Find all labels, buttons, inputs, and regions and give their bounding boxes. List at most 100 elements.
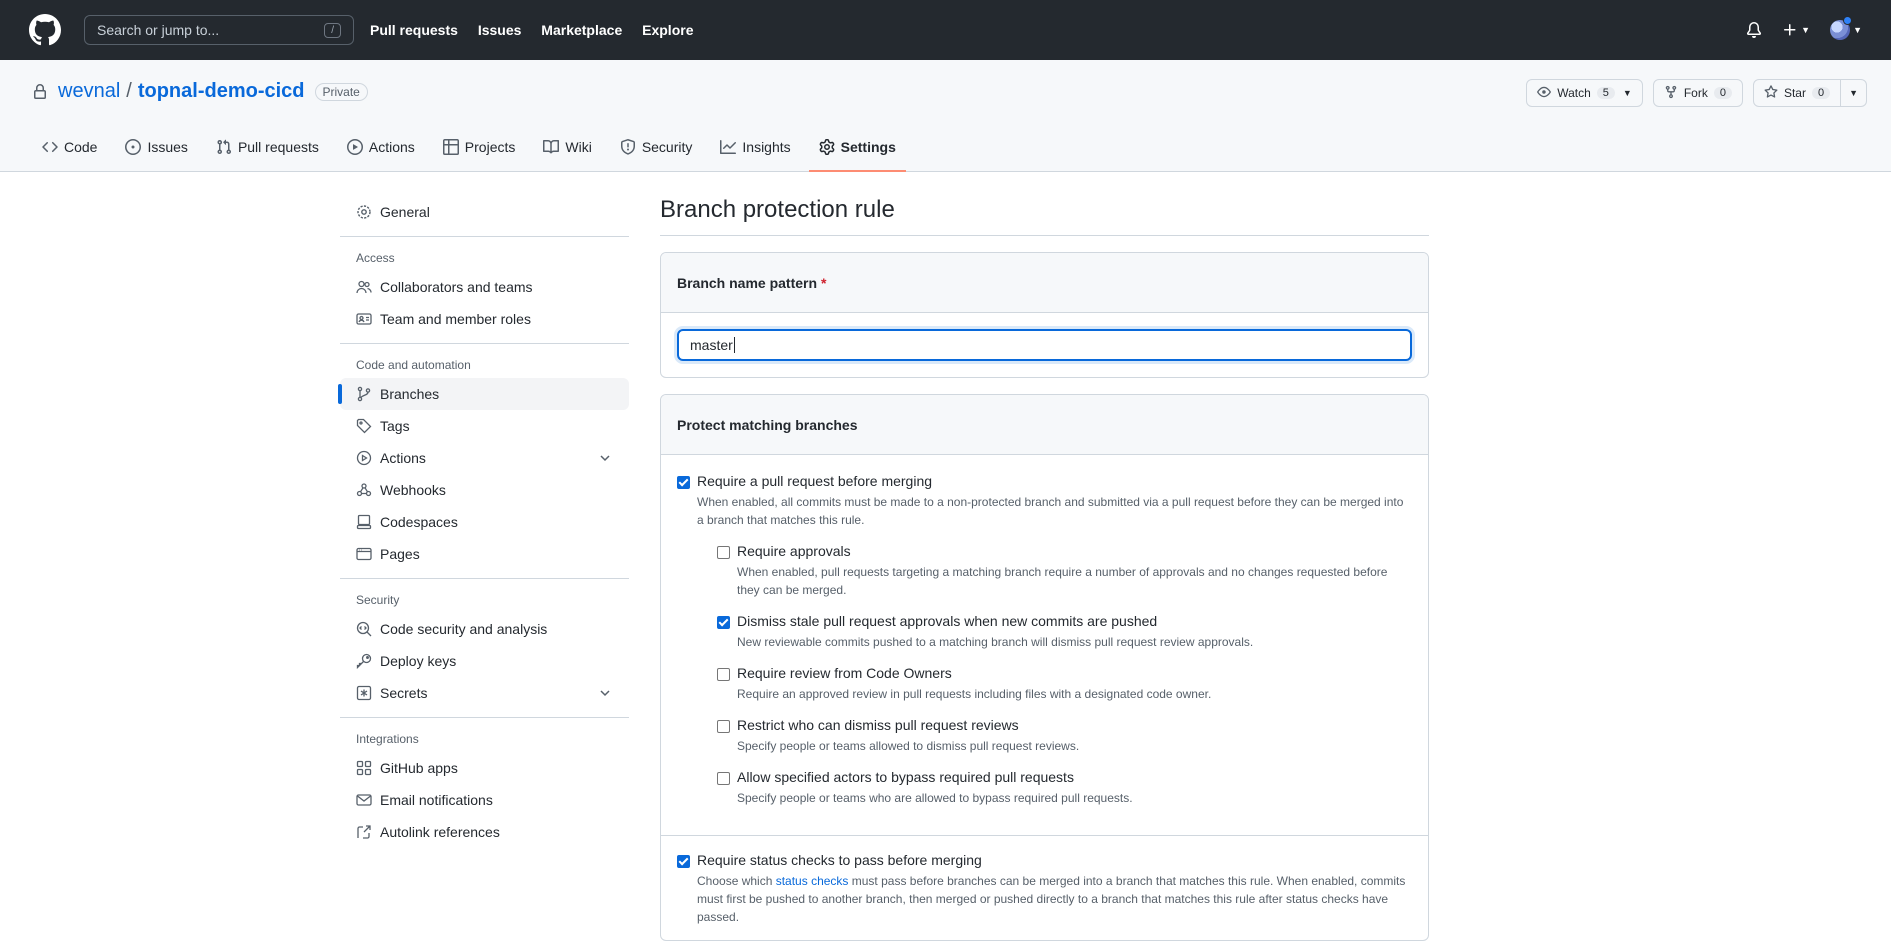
protect-branches-box: Protect matching branches Require a pull… [660, 394, 1429, 941]
sidebar-item-webhooks[interactable]: Webhooks [340, 474, 629, 506]
breadcrumb-separator: / [126, 80, 132, 102]
sidebar-item-secrets[interactable]: Secrets [340, 677, 629, 709]
repo-breadcrumb: wevnal / topnal-demo-cicd Private [32, 80, 368, 103]
sidebar-item-pages[interactable]: Pages [340, 538, 629, 570]
tab-settings[interactable]: Settings [808, 123, 907, 172]
tab-label: Settings [840, 139, 896, 155]
repo-name-link[interactable]: topnal-demo-cicd [138, 80, 305, 103]
status-checks-checkbox[interactable] [677, 855, 690, 868]
settings-sidebar: General Access Collaborators and teams T… [338, 196, 629, 848]
nav-marketplace[interactable]: Marketplace [541, 22, 622, 38]
option-description: When enabled, all commits must be made t… [697, 495, 1404, 527]
dismiss-stale-checkbox[interactable] [717, 616, 730, 629]
option-label: Require a pull request before merging [697, 473, 933, 489]
branch-icon [356, 386, 372, 402]
option-status-checks: Require status checks to pass before mer… [677, 852, 1412, 926]
tab-label: Pull requests [237, 139, 319, 155]
tab-projects[interactable]: Projects [433, 123, 526, 171]
tab-code[interactable]: Code [32, 123, 107, 171]
id-badge-icon [356, 311, 372, 327]
restrict-dismiss-checkbox[interactable] [717, 720, 730, 733]
sidebar-item-email-notifications[interactable]: Email notifications [340, 784, 629, 816]
require-pr-checkbox[interactable] [677, 476, 690, 489]
fork-label: Fork [1683, 86, 1708, 100]
sidebar-item-label: Email notifications [380, 792, 493, 808]
sidebar-item-actions[interactable]: Actions [340, 442, 629, 474]
sidebar-item-codespaces[interactable]: Codespaces [340, 506, 629, 538]
global-search-input[interactable]: Search or jump to... / [84, 15, 354, 45]
repo-header: wevnal / topnal-demo-cicd Private Watch … [0, 60, 1891, 172]
sidebar-item-label: Webhooks [380, 482, 446, 498]
bypass-checkbox[interactable] [717, 772, 730, 785]
tag-icon [356, 418, 372, 434]
branch-pattern-label: Branch name pattern [677, 274, 818, 291]
option-restrict-dismiss: Restrict who can dismiss pull request re… [717, 717, 1412, 755]
require-approvals-checkbox[interactable] [717, 546, 730, 559]
fork-button[interactable]: Fork 0 [1652, 79, 1743, 107]
tab-security[interactable]: Security [610, 123, 703, 171]
sidebar-item-label: Autolink references [380, 824, 500, 840]
star-button[interactable]: Star 0 [1752, 79, 1842, 107]
sidebar-heading-security: Security [356, 593, 400, 607]
nav-issues[interactable]: Issues [478, 22, 522, 38]
option-description: When enabled, pull requests targeting a … [737, 565, 1388, 597]
chevron-down-icon[interactable] [597, 450, 613, 466]
sidebar-item-github-apps[interactable]: GitHub apps [340, 752, 629, 784]
sidebar-item-general[interactable]: General [340, 196, 629, 228]
option-bypass: Allow specified actors to bypass require… [717, 769, 1412, 807]
tab-label: Actions [368, 139, 415, 155]
sidebar-item-label: Collaborators and teams [380, 279, 533, 295]
sidebar-item-label: Team and member roles [380, 311, 531, 327]
bell-icon[interactable] [1746, 22, 1762, 38]
sidebar-item-code-security[interactable]: Code security and analysis [340, 613, 629, 645]
tab-actions[interactable]: Actions [337, 123, 425, 171]
tab-label: Insights [742, 139, 791, 155]
github-logo-icon[interactable] [29, 14, 61, 46]
tab-wiki[interactable]: Wiki [533, 123, 601, 171]
option-label: Require approvals [737, 543, 851, 559]
branch-pattern-box: Branch name pattern * master [660, 252, 1429, 378]
issue-icon [125, 139, 142, 155]
codescan-icon [356, 621, 372, 637]
status-checks-link[interactable]: status checks [776, 874, 849, 888]
watch-count: 5 [1596, 87, 1615, 99]
mail-icon [356, 792, 372, 808]
tab-issues[interactable]: Issues [115, 123, 197, 171]
create-new-menu[interactable]: ▼ [1782, 22, 1810, 38]
tab-insights[interactable]: Insights [710, 123, 800, 171]
tab-label: Wiki [565, 139, 592, 155]
play-icon [346, 139, 363, 155]
sidebar-item-deploy-keys[interactable]: Deploy keys [340, 645, 629, 677]
option-description: Require an approved review in pull reque… [737, 687, 1212, 701]
sidebar-item-label: Actions [380, 450, 426, 466]
option-require-pr: Require a pull request before merging Wh… [677, 473, 1412, 821]
gear-icon [356, 204, 372, 220]
sidebar-item-tags[interactable]: Tags [340, 410, 629, 442]
sidebar-item-label: Branches [380, 386, 440, 402]
option-label: Require review from Code Owners [737, 665, 952, 681]
branch-pattern-input[interactable]: master [677, 329, 1412, 361]
fork-count: 0 [1713, 87, 1732, 99]
search-placeholder: Search or jump to... [97, 22, 220, 38]
pr-suboptions: Require approvals When enabled, pull req… [717, 543, 1412, 807]
star-list-dropdown[interactable]: ▼ [1841, 79, 1867, 107]
sidebar-item-autolink-references[interactable]: Autolink references [340, 816, 629, 848]
sidebar-item-team-roles[interactable]: Team and member roles [340, 303, 629, 335]
branch-pattern-body: master [661, 313, 1428, 377]
option-dismiss-stale: Dismiss stale pull request approvals whe… [717, 613, 1412, 651]
nav-pull-requests[interactable]: Pull requests [370, 22, 458, 38]
text-cursor [733, 337, 735, 353]
repo-owner-link[interactable]: wevnal [58, 80, 120, 103]
browser-icon [356, 546, 372, 562]
header-actions: ▼ ▼ [1746, 16, 1862, 40]
sidebar-item-label: Tags [380, 418, 410, 434]
nav-explore[interactable]: Explore [642, 22, 693, 38]
tab-pull-requests[interactable]: Pull requests [206, 123, 329, 171]
chevron-down-icon: ▼ [1801, 25, 1811, 35]
code-owners-checkbox[interactable] [717, 668, 730, 681]
watch-button[interactable]: Watch 5 ▼ [1526, 79, 1643, 107]
sidebar-item-branches[interactable]: Branches [338, 378, 629, 410]
chevron-down-icon[interactable] [597, 685, 613, 701]
sidebar-item-collaborators[interactable]: Collaborators and teams [340, 271, 629, 303]
user-menu[interactable]: ▼ [1830, 16, 1862, 40]
